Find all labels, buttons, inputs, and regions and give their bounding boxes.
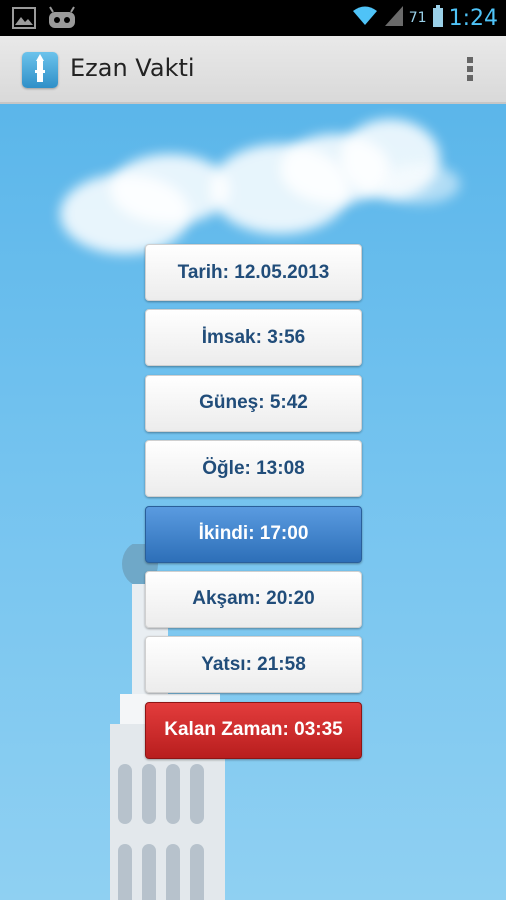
yatsi-button[interactable]: Yatsı: 21:58 [145, 636, 362, 694]
date-button[interactable]: Tarih: 12.05.2013 [145, 244, 362, 301]
cyanogen-icon [48, 6, 76, 34]
main-background: Tarih: 12.05.2013 İmsak: 3:56 Güneş: 5:4… [0, 104, 506, 900]
action-bar: Ezan Vakti [0, 36, 506, 104]
signal-icon [384, 6, 403, 30]
wifi-icon [351, 5, 379, 31]
battery-icon [432, 5, 443, 31]
notification-icons [12, 6, 76, 34]
app-title: Ezan Vakti [70, 54, 195, 82]
gunes-button[interactable]: Güneş: 5:42 [145, 374, 362, 432]
system-indicators: 71 1:24 [351, 0, 498, 36]
remaining-time-button[interactable]: Kalan Zaman: 03:35 [145, 701, 362, 759]
aksam-button[interactable]: Akşam: 20:20 [145, 570, 362, 628]
ikindi-button[interactable]: İkindi: 17:00 [145, 505, 362, 563]
status-bar: 71 1:24 [0, 0, 506, 36]
ogle-button[interactable]: Öğle: 13:08 [145, 440, 362, 498]
battery-percent: 71 [408, 10, 427, 26]
status-clock: 1:24 [448, 5, 498, 31]
imsak-button[interactable]: İmsak: 3:56 [145, 309, 362, 367]
overflow-menu-icon[interactable] [462, 54, 478, 86]
prayer-times-list: Tarih: 12.05.2013 İmsak: 3:56 Güneş: 5:4… [145, 244, 362, 767]
mosque-app-icon[interactable] [22, 52, 58, 88]
gallery-icon [12, 7, 36, 33]
